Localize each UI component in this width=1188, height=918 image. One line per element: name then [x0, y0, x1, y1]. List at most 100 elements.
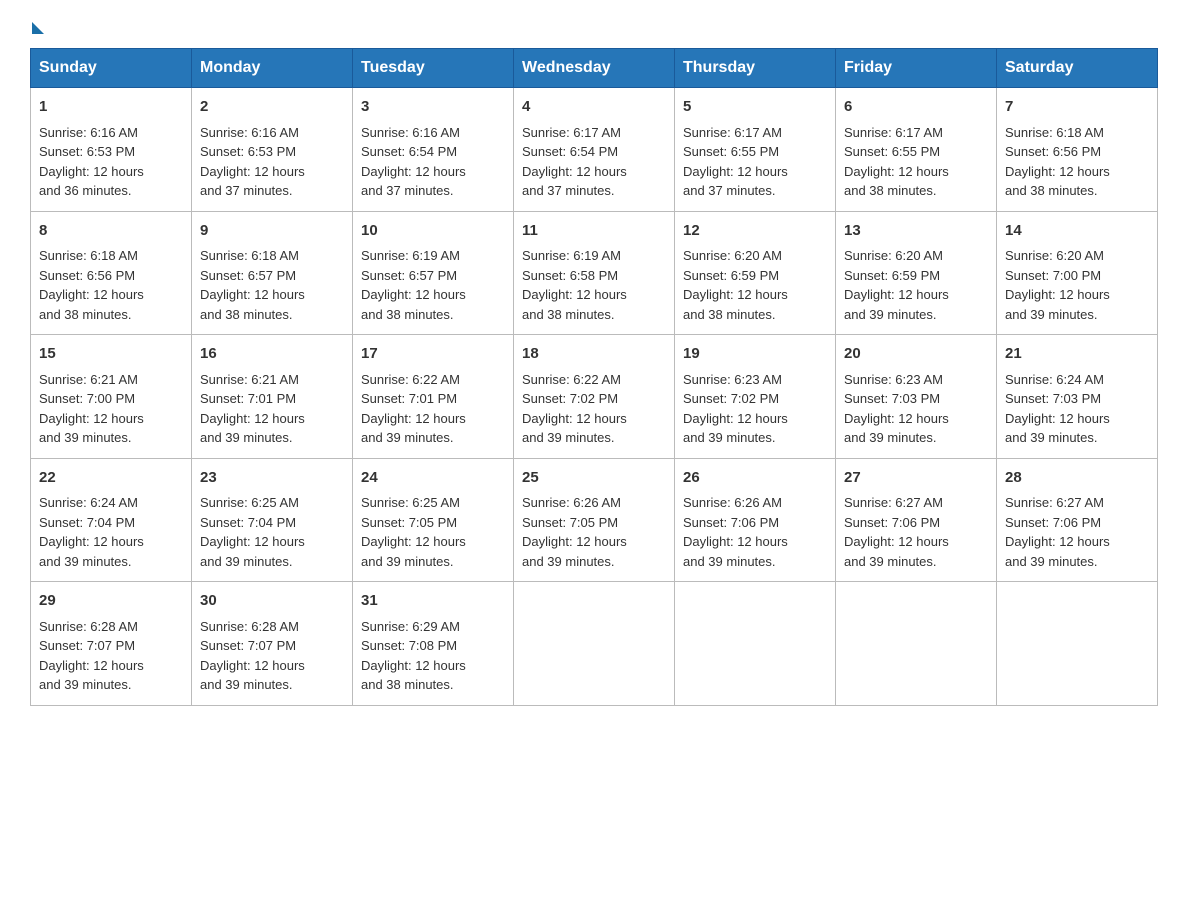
day-info: Sunrise: 6:20 AMSunset: 6:59 PMDaylight:… [683, 248, 788, 322]
weekday-header-thursday: Thursday [675, 49, 836, 88]
page-header [30, 20, 1158, 28]
day-info: Sunrise: 6:22 AMSunset: 7:02 PMDaylight:… [522, 372, 627, 446]
day-info: Sunrise: 6:29 AMSunset: 7:08 PMDaylight:… [361, 619, 466, 693]
day-number: 4 [522, 96, 666, 119]
calendar-week-row: 22 Sunrise: 6:24 AMSunset: 7:04 PMDaylig… [31, 458, 1158, 582]
calendar-week-row: 1 Sunrise: 6:16 AMSunset: 6:53 PMDayligh… [31, 88, 1158, 212]
day-info: Sunrise: 6:18 AMSunset: 6:56 PMDaylight:… [39, 248, 144, 322]
day-number: 22 [39, 467, 183, 490]
day-info: Sunrise: 6:20 AMSunset: 6:59 PMDaylight:… [844, 248, 949, 322]
day-number: 25 [522, 467, 666, 490]
calendar-week-row: 15 Sunrise: 6:21 AMSunset: 7:00 PMDaylig… [31, 335, 1158, 459]
day-number: 28 [1005, 467, 1149, 490]
calendar-cell: 21 Sunrise: 6:24 AMSunset: 7:03 PMDaylig… [997, 335, 1158, 459]
day-number: 16 [200, 343, 344, 366]
day-info: Sunrise: 6:26 AMSunset: 7:05 PMDaylight:… [522, 495, 627, 569]
calendar-cell: 25 Sunrise: 6:26 AMSunset: 7:05 PMDaylig… [514, 458, 675, 582]
calendar-week-row: 8 Sunrise: 6:18 AMSunset: 6:56 PMDayligh… [31, 211, 1158, 335]
day-number: 3 [361, 96, 505, 119]
day-number: 5 [683, 96, 827, 119]
weekday-header-saturday: Saturday [997, 49, 1158, 88]
weekday-header-friday: Friday [836, 49, 997, 88]
day-info: Sunrise: 6:23 AMSunset: 7:02 PMDaylight:… [683, 372, 788, 446]
day-number: 12 [683, 220, 827, 243]
day-number: 26 [683, 467, 827, 490]
day-number: 20 [844, 343, 988, 366]
day-info: Sunrise: 6:17 AMSunset: 6:55 PMDaylight:… [683, 125, 788, 199]
day-number: 31 [361, 590, 505, 613]
calendar-cell: 7 Sunrise: 6:18 AMSunset: 6:56 PMDayligh… [997, 88, 1158, 212]
weekday-header-sunday: Sunday [31, 49, 192, 88]
day-number: 18 [522, 343, 666, 366]
day-info: Sunrise: 6:21 AMSunset: 7:00 PMDaylight:… [39, 372, 144, 446]
calendar-cell [675, 582, 836, 706]
calendar-cell: 27 Sunrise: 6:27 AMSunset: 7:06 PMDaylig… [836, 458, 997, 582]
day-info: Sunrise: 6:28 AMSunset: 7:07 PMDaylight:… [200, 619, 305, 693]
calendar-cell: 28 Sunrise: 6:27 AMSunset: 7:06 PMDaylig… [997, 458, 1158, 582]
day-number: 2 [200, 96, 344, 119]
calendar-table: SundayMondayTuesdayWednesdayThursdayFrid… [30, 48, 1158, 706]
day-info: Sunrise: 6:20 AMSunset: 7:00 PMDaylight:… [1005, 248, 1110, 322]
day-info: Sunrise: 6:19 AMSunset: 6:58 PMDaylight:… [522, 248, 627, 322]
calendar-cell: 31 Sunrise: 6:29 AMSunset: 7:08 PMDaylig… [353, 582, 514, 706]
calendar-cell: 16 Sunrise: 6:21 AMSunset: 7:01 PMDaylig… [192, 335, 353, 459]
calendar-cell [836, 582, 997, 706]
day-info: Sunrise: 6:27 AMSunset: 7:06 PMDaylight:… [1005, 495, 1110, 569]
day-number: 10 [361, 220, 505, 243]
day-info: Sunrise: 6:24 AMSunset: 7:04 PMDaylight:… [39, 495, 144, 569]
logo-arrow-icon [32, 22, 44, 34]
day-number: 13 [844, 220, 988, 243]
day-number: 14 [1005, 220, 1149, 243]
calendar-cell: 17 Sunrise: 6:22 AMSunset: 7:01 PMDaylig… [353, 335, 514, 459]
day-info: Sunrise: 6:24 AMSunset: 7:03 PMDaylight:… [1005, 372, 1110, 446]
calendar-cell: 4 Sunrise: 6:17 AMSunset: 6:54 PMDayligh… [514, 88, 675, 212]
day-info: Sunrise: 6:17 AMSunset: 6:55 PMDaylight:… [844, 125, 949, 199]
calendar-cell: 20 Sunrise: 6:23 AMSunset: 7:03 PMDaylig… [836, 335, 997, 459]
calendar-cell: 6 Sunrise: 6:17 AMSunset: 6:55 PMDayligh… [836, 88, 997, 212]
weekday-header-tuesday: Tuesday [353, 49, 514, 88]
day-info: Sunrise: 6:18 AMSunset: 6:56 PMDaylight:… [1005, 125, 1110, 199]
logo [30, 20, 46, 28]
day-info: Sunrise: 6:16 AMSunset: 6:54 PMDaylight:… [361, 125, 466, 199]
calendar-cell: 10 Sunrise: 6:19 AMSunset: 6:57 PMDaylig… [353, 211, 514, 335]
day-info: Sunrise: 6:16 AMSunset: 6:53 PMDaylight:… [39, 125, 144, 199]
day-number: 8 [39, 220, 183, 243]
calendar-cell: 13 Sunrise: 6:20 AMSunset: 6:59 PMDaylig… [836, 211, 997, 335]
calendar-cell: 23 Sunrise: 6:25 AMSunset: 7:04 PMDaylig… [192, 458, 353, 582]
day-number: 7 [1005, 96, 1149, 119]
day-info: Sunrise: 6:19 AMSunset: 6:57 PMDaylight:… [361, 248, 466, 322]
calendar-cell: 3 Sunrise: 6:16 AMSunset: 6:54 PMDayligh… [353, 88, 514, 212]
day-info: Sunrise: 6:22 AMSunset: 7:01 PMDaylight:… [361, 372, 466, 446]
calendar-cell: 11 Sunrise: 6:19 AMSunset: 6:58 PMDaylig… [514, 211, 675, 335]
calendar-cell: 5 Sunrise: 6:17 AMSunset: 6:55 PMDayligh… [675, 88, 836, 212]
calendar-cell [514, 582, 675, 706]
calendar-cell: 18 Sunrise: 6:22 AMSunset: 7:02 PMDaylig… [514, 335, 675, 459]
calendar-cell: 1 Sunrise: 6:16 AMSunset: 6:53 PMDayligh… [31, 88, 192, 212]
day-info: Sunrise: 6:25 AMSunset: 7:04 PMDaylight:… [200, 495, 305, 569]
calendar-cell: 15 Sunrise: 6:21 AMSunset: 7:00 PMDaylig… [31, 335, 192, 459]
calendar-cell: 2 Sunrise: 6:16 AMSunset: 6:53 PMDayligh… [192, 88, 353, 212]
day-info: Sunrise: 6:25 AMSunset: 7:05 PMDaylight:… [361, 495, 466, 569]
calendar-cell: 22 Sunrise: 6:24 AMSunset: 7:04 PMDaylig… [31, 458, 192, 582]
calendar-cell [997, 582, 1158, 706]
calendar-cell: 14 Sunrise: 6:20 AMSunset: 7:00 PMDaylig… [997, 211, 1158, 335]
day-number: 15 [39, 343, 183, 366]
day-number: 19 [683, 343, 827, 366]
day-number: 30 [200, 590, 344, 613]
weekday-header-monday: Monday [192, 49, 353, 88]
day-number: 24 [361, 467, 505, 490]
day-info: Sunrise: 6:16 AMSunset: 6:53 PMDaylight:… [200, 125, 305, 199]
day-number: 29 [39, 590, 183, 613]
day-info: Sunrise: 6:28 AMSunset: 7:07 PMDaylight:… [39, 619, 144, 693]
day-number: 6 [844, 96, 988, 119]
calendar-cell: 24 Sunrise: 6:25 AMSunset: 7:05 PMDaylig… [353, 458, 514, 582]
calendar-cell: 29 Sunrise: 6:28 AMSunset: 7:07 PMDaylig… [31, 582, 192, 706]
day-number: 27 [844, 467, 988, 490]
day-info: Sunrise: 6:26 AMSunset: 7:06 PMDaylight:… [683, 495, 788, 569]
day-number: 1 [39, 96, 183, 119]
calendar-cell: 8 Sunrise: 6:18 AMSunset: 6:56 PMDayligh… [31, 211, 192, 335]
day-info: Sunrise: 6:23 AMSunset: 7:03 PMDaylight:… [844, 372, 949, 446]
day-info: Sunrise: 6:21 AMSunset: 7:01 PMDaylight:… [200, 372, 305, 446]
calendar-week-row: 29 Sunrise: 6:28 AMSunset: 7:07 PMDaylig… [31, 582, 1158, 706]
day-number: 11 [522, 220, 666, 243]
